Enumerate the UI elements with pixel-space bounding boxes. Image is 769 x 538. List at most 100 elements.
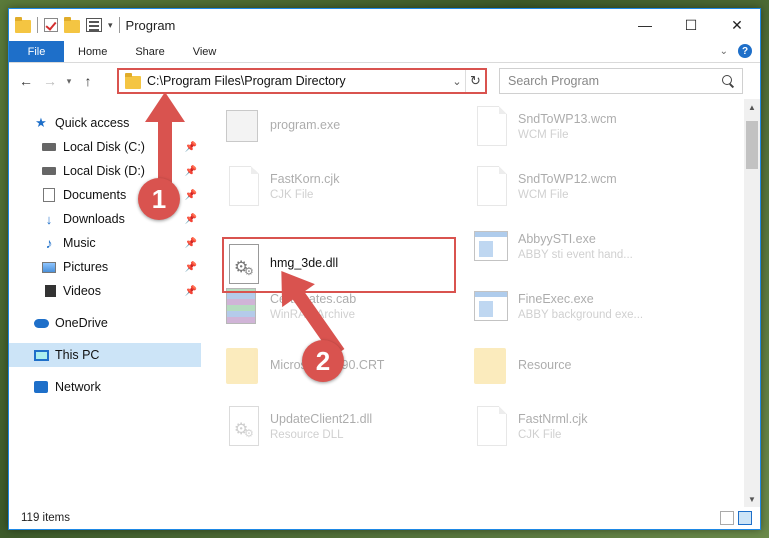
file-item[interactable]: AbbyySTI.exe ABBY sti event hand... [474, 219, 714, 273]
recent-locations-chevron-icon[interactable]: ▾ [63, 70, 75, 92]
file-name: program.exe [270, 117, 341, 132]
tab-home[interactable]: Home [64, 41, 121, 62]
onedrive-cloud-icon [33, 315, 49, 331]
customize-toolbar-chevron-icon[interactable]: ▾ [108, 20, 113, 31]
star-icon: ★ [35, 115, 47, 130]
title-bar: ▾ Program — ☐ ✕ [9, 9, 760, 41]
file-name: SndToWP12.wcm [518, 171, 617, 186]
sidebar-item-this-pc[interactable]: This PC [9, 343, 201, 367]
sidebar-item-label: Music [63, 236, 96, 250]
exe-file-icon [474, 224, 510, 268]
separator [37, 17, 38, 33]
pictures-icon [41, 259, 57, 275]
file-type: Resource DLL [270, 428, 344, 441]
scroll-down-arrow-icon[interactable]: ▼ [744, 491, 760, 507]
sidebar-item-label: Downloads [63, 212, 125, 226]
view-properties-icon[interactable] [86, 18, 102, 32]
refresh-icon[interactable]: ↻ [465, 70, 485, 92]
documents-icon [41, 187, 57, 203]
item-count: 119 items [21, 512, 71, 524]
folder-icon [15, 16, 31, 33]
file-item[interactable]: SndToWP12.wcm WCM File [474, 159, 714, 213]
exe-file-icon [226, 104, 262, 148]
tab-share[interactable]: Share [121, 41, 178, 62]
sidebar-item-label: Network [55, 380, 101, 394]
videos-icon [41, 283, 57, 299]
new-folder-icon[interactable] [64, 16, 80, 33]
scroll-thumb[interactable] [746, 121, 758, 169]
window-title: Program [125, 17, 176, 33]
file-item[interactable]: UpdateClient21.dll Resource DLL [226, 399, 466, 453]
pin-icon[interactable]: 📌 [185, 214, 197, 225]
music-icon: ♪ [45, 235, 53, 251]
details-view-icon[interactable] [720, 511, 734, 525]
file-name: AbbyySTI.exe [518, 231, 596, 246]
file-type: CJK File [270, 188, 314, 201]
back-arrow-icon[interactable]: ← [15, 70, 37, 92]
scroll-up-arrow-icon[interactable]: ▲ [744, 99, 760, 115]
step-badge-1: 1 [138, 178, 180, 220]
file-name: Resource [518, 357, 572, 372]
tab-view[interactable]: View [179, 41, 231, 62]
file-name: SndToWP13.wcm [518, 111, 617, 126]
minimize-button[interactable]: — [622, 9, 668, 41]
maximize-button[interactable]: ☐ [668, 9, 714, 41]
address-path[interactable]: C:\Program Files\Program Directory [147, 74, 449, 88]
ribbon-tabs: File Home Share View ⌄ ? [9, 41, 760, 63]
status-bar: 119 items [9, 507, 760, 529]
file-type: ABBY sti event hand... [518, 248, 633, 261]
folder-icon [226, 344, 262, 388]
folder-icon [474, 344, 510, 388]
sidebar-item-label: Documents [63, 188, 127, 202]
file-type: ABBY background exe... [518, 308, 644, 321]
vertical-scrollbar[interactable]: ▲ ▼ [744, 99, 760, 507]
file-item[interactable]: program.exe [226, 99, 466, 153]
file-type: WCM File [518, 188, 569, 201]
sidebar-item-pictures[interactable]: Pictures 📌 [9, 255, 201, 279]
drive-icon [41, 163, 57, 179]
file-item[interactable]: FastKorn.cjk CJK File [226, 159, 466, 213]
document-file-icon [474, 164, 510, 208]
sidebar-item-onedrive[interactable]: OneDrive [9, 311, 201, 335]
sidebar-item-label: Videos [63, 284, 101, 298]
address-dropdown-chevron-icon[interactable]: ⌄ [449, 75, 465, 88]
drive-icon [41, 139, 57, 155]
file-name: FastNrml.cjk [518, 411, 588, 426]
file-item[interactable]: FineExec.exe ABBY background exe... [474, 279, 714, 333]
network-icon [33, 379, 49, 395]
tab-file[interactable]: File [9, 41, 64, 62]
file-type: CJK File [518, 428, 562, 441]
file-name: UpdateClient21.dll [270, 411, 373, 426]
file-item[interactable]: Resource [474, 339, 714, 393]
separator [118, 17, 120, 33]
downloads-icon: ↓ [45, 211, 53, 227]
dll-gear-file-icon [226, 404, 262, 448]
sidebar-item-videos[interactable]: Videos 📌 [9, 279, 201, 303]
forward-arrow-icon[interactable]: → [39, 70, 61, 92]
search-input[interactable]: Search Program [499, 68, 743, 94]
search-placeholder: Search Program [508, 74, 600, 88]
file-item[interactable]: FastNrml.cjk CJK File [474, 399, 714, 453]
document-file-icon [474, 104, 510, 148]
pin-icon[interactable]: 📌 [185, 286, 197, 297]
expand-ribbon-chevron-icon[interactable]: ⌄ [720, 46, 728, 57]
search-icon[interactable] [722, 75, 734, 87]
sidebar-item-label: Pictures [63, 260, 109, 274]
sidebar-item-network[interactable]: Network [9, 375, 201, 399]
tiles-view-icon[interactable] [738, 511, 752, 525]
address-row: ← → ▾ ↑ C:\Program Files\Program Directo… [9, 63, 760, 99]
pin-icon[interactable]: 📌 [185, 262, 197, 273]
computer-icon [33, 347, 49, 363]
properties-check-icon[interactable] [44, 18, 58, 32]
explorer-window: ▾ Program — ☐ ✕ File Home Share View ⌄ ?… [8, 8, 761, 530]
address-bar[interactable]: C:\Program Files\Program Directory ⌄ ↻ [117, 68, 487, 94]
sidebar-item-music[interactable]: ♪ Music 📌 [9, 231, 201, 255]
quick-access-toolbar: ▾ [9, 16, 120, 33]
close-button[interactable]: ✕ [714, 9, 760, 41]
help-icon[interactable]: ? [738, 44, 752, 58]
up-arrow-icon[interactable]: ↑ [77, 70, 99, 92]
sidebar-item-label: Quick access [55, 116, 130, 130]
exe-file-icon [474, 284, 510, 328]
pin-icon[interactable]: 📌 [185, 238, 197, 249]
file-item[interactable]: SndToWP13.wcm WCM File [474, 99, 714, 153]
